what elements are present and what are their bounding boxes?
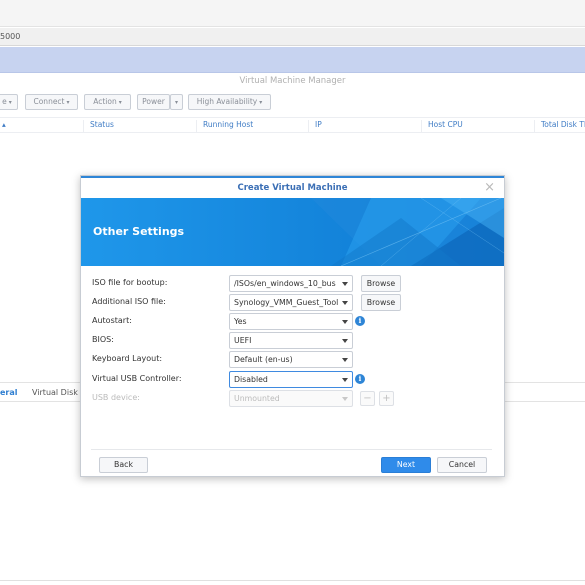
usb-controller-value: Disabled: [234, 375, 268, 384]
column-status[interactable]: Status: [83, 120, 114, 132]
row-bios: BIOS: UEFI: [92, 332, 492, 349]
wizard-banner: Other Settings: [81, 198, 504, 266]
dropdown-arrow-icon: [342, 301, 348, 305]
additional-iso-browse-button[interactable]: Browse: [361, 294, 401, 311]
keyboard-layout-value: Default (en-us): [234, 355, 293, 364]
usb-controller-label: Virtual USB Controller:: [92, 374, 182, 383]
footer-divider: [91, 449, 492, 450]
banner-title: Other Settings: [93, 225, 185, 238]
autostart-label: Autostart:: [92, 316, 132, 325]
info-icon[interactable]: i: [355, 374, 365, 384]
create-menu-label: e: [2, 97, 7, 106]
autostart-select[interactable]: Yes: [229, 313, 353, 330]
chevron-down-icon: ▾: [118, 99, 122, 106]
row-usb-device: USB device: Unmounted − +: [92, 390, 492, 407]
connect-menu-label: Connect: [33, 97, 65, 106]
browser-top-strip: [0, 0, 585, 27]
row-additional-iso: Additional ISO file: Synology_VMM_Guest_…: [92, 294, 492, 311]
column-total-disk[interactable]: Total Disk Th: [534, 120, 585, 132]
iso-bootup-value: /ISOs/en_windows_10_bus: [234, 279, 336, 288]
usb-controller-select[interactable]: Disabled: [229, 371, 353, 388]
connect-menu-button[interactable]: Connect ▾: [25, 94, 78, 110]
info-icon[interactable]: i: [355, 316, 365, 326]
iso-bootup-browse-button[interactable]: Browse: [361, 275, 401, 292]
dialog-title: Create Virtual Machine: [237, 183, 348, 193]
dropdown-arrow-icon: [342, 339, 348, 343]
chevron-down-icon: ▾: [8, 99, 12, 106]
vm-list-header: ▴ Status Running Host IP Host CPU Total …: [0, 117, 585, 133]
autostart-value: Yes: [234, 317, 247, 326]
high-availability-menu-button[interactable]: High Availability ▾: [188, 94, 271, 110]
add-usb-device-button[interactable]: +: [379, 391, 394, 406]
dropdown-arrow-icon: [342, 397, 348, 401]
bios-value: UEFI: [234, 336, 252, 345]
close-icon[interactable]: ×: [484, 180, 495, 195]
chevron-down-icon: ▾: [66, 99, 70, 106]
iso-bootup-label: ISO file for bootup:: [92, 278, 168, 287]
app-header-band: [0, 47, 585, 73]
bios-label: BIOS:: [92, 335, 114, 344]
usb-device-label: USB device:: [92, 393, 140, 402]
power-button-label: Power: [142, 97, 165, 106]
address-text: 5000: [0, 32, 21, 41]
bottom-divider: [0, 580, 585, 581]
power-button[interactable]: Power: [137, 94, 170, 110]
dropdown-arrow-icon: [342, 282, 348, 286]
column-running-host[interactable]: Running Host: [196, 120, 253, 132]
row-iso-bootup: ISO file for bootup: /ISOs/en_windows_10…: [92, 275, 492, 292]
usb-device-value: Unmounted: [234, 394, 280, 403]
keyboard-layout-label: Keyboard Layout:: [92, 354, 163, 363]
create-vm-dialog: Create Virtual Machine × Other Settings …: [80, 175, 505, 477]
dialog-titlebar[interactable]: Create Virtual Machine ×: [81, 176, 504, 198]
sort-arrow-icon[interactable]: ▴: [0, 120, 6, 132]
column-ip[interactable]: IP: [308, 120, 322, 132]
action-menu-button[interactable]: Action ▾: [84, 94, 131, 110]
additional-iso-label: Additional ISO file:: [92, 297, 166, 306]
tab-general[interactable]: eral: [0, 388, 18, 397]
bios-select[interactable]: UEFI: [229, 332, 353, 349]
chevron-down-icon: ▾: [174, 99, 178, 106]
row-autostart: Autostart: Yes i: [92, 313, 492, 330]
app-title: Virtual Machine Manager: [239, 76, 346, 86]
create-menu-button[interactable]: e ▾: [0, 94, 18, 110]
chevron-down-icon: ▾: [259, 99, 263, 106]
keyboard-layout-select[interactable]: Default (en-us): [229, 351, 353, 368]
next-button[interactable]: Next: [381, 457, 431, 473]
tab-virtual-disk[interactable]: Virtual Disk: [32, 388, 78, 397]
remove-usb-device-button[interactable]: −: [360, 391, 375, 406]
dropdown-arrow-icon: [342, 378, 348, 382]
additional-iso-value: Synology_VMM_Guest_Tool: [234, 298, 338, 307]
address-bar[interactable]: 5000: [0, 28, 585, 46]
row-usb-controller: Virtual USB Controller: Disabled i: [92, 371, 492, 388]
power-dropdown-button[interactable]: ▾: [170, 94, 183, 110]
additional-iso-select[interactable]: Synology_VMM_Guest_Tool: [229, 294, 353, 311]
usb-device-select[interactable]: Unmounted: [229, 390, 353, 407]
high-availability-label: High Availability: [196, 97, 258, 106]
column-host-cpu[interactable]: Host CPU: [421, 120, 463, 132]
back-button[interactable]: Back: [99, 457, 148, 473]
action-menu-label: Action: [93, 97, 117, 106]
iso-bootup-select[interactable]: /ISOs/en_windows_10_bus: [229, 275, 353, 292]
row-keyboard-layout: Keyboard Layout: Default (en-us): [92, 351, 492, 368]
dropdown-arrow-icon: [342, 358, 348, 362]
cancel-button[interactable]: Cancel: [437, 457, 487, 473]
dropdown-arrow-icon: [342, 320, 348, 324]
